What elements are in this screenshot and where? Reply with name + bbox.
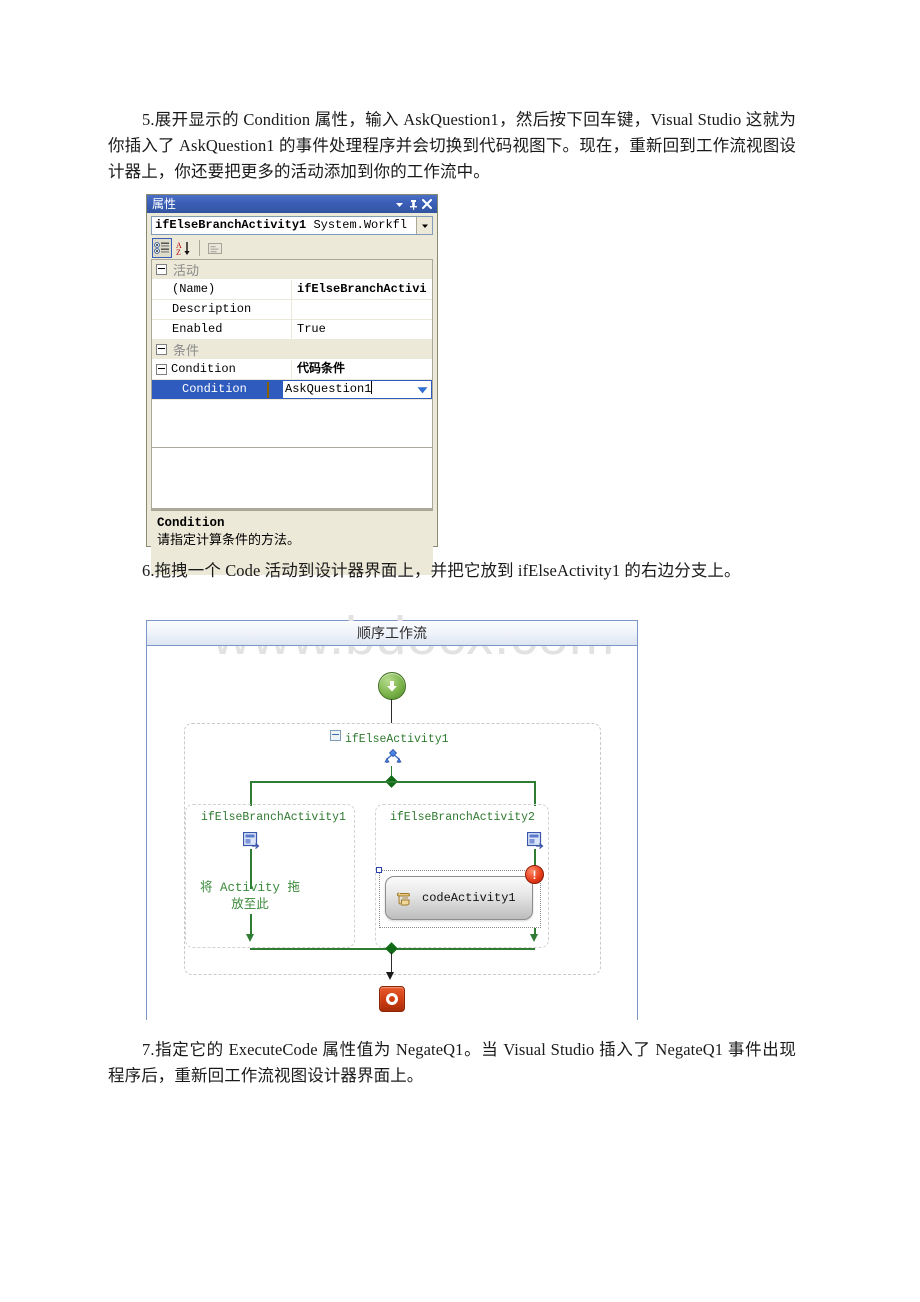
error-badge-glyph: !	[532, 867, 537, 882]
workflow-canvas[interactable]: ifElseActivity1 ifElseBranchActivity1 将 …	[147, 646, 637, 1020]
property-name: (Name)	[152, 280, 292, 299]
branch-container-1[interactable]	[185, 804, 355, 948]
object-selector-combobox[interactable]: ifElseBranchActivity1 System.Workfl	[151, 216, 433, 235]
end-node-ring	[386, 993, 398, 1005]
property-row-condition-sub-selected[interactable]: Condition AskQuestion1	[152, 380, 432, 400]
event-handler-icon	[267, 381, 269, 398]
connector-start-to-ifelse	[390, 699, 392, 723]
branch-label-1: ifElseBranchActivity1	[201, 811, 346, 824]
property-row-enabled[interactable]: Enabled True	[152, 320, 432, 340]
properties-window[interactable]: 属性 ifElseBranchActivity1 System.Workfl A…	[146, 194, 438, 575]
arrow-down-to-end	[386, 972, 395, 980]
properties-window-title: 属性	[152, 197, 177, 211]
property-name: Enabled	[152, 320, 292, 339]
close-icon[interactable]	[420, 197, 434, 211]
properties-toolbar: A Z	[151, 237, 433, 260]
object-selector-type: System.Workfl	[313, 218, 408, 232]
property-name: Description	[152, 300, 292, 319]
connector-left-stem-lower	[250, 914, 252, 936]
category-label: 活动	[173, 263, 200, 278]
toolbar-separator	[199, 240, 200, 256]
paragraph-step-7-text: 7.指定它的 ExecuteCode 属性值为 NegateQ1。当 Visua…	[108, 1040, 796, 1085]
error-badge-icon[interactable]: !	[525, 865, 544, 884]
window-menu-dropdown-icon[interactable]	[392, 197, 406, 211]
property-value[interactable]	[292, 300, 432, 319]
property-description-title: Condition	[157, 516, 225, 530]
arrow-down-right-branch	[529, 934, 538, 942]
document-page: 5.展开显示的 Condition 属性，输入 AskQuestion1，然后按…	[0, 0, 920, 1302]
property-row-name[interactable]: (Name) ifElseBranchActivi	[152, 280, 432, 300]
property-value[interactable]: ifElseBranchActivi	[292, 280, 432, 299]
paragraph-step-7: 7.指定它的 ExecuteCode 属性值为 NegateQ1。当 Visua…	[108, 1037, 796, 1089]
ifelse-branch-icon	[383, 748, 403, 771]
property-name-cell: Condition	[152, 360, 292, 379]
svg-text:Z: Z	[176, 248, 181, 256]
paragraph-step-5: 5.展开显示的 Condition 属性，输入 AskQuestion1，然后按…	[108, 107, 796, 185]
properties-titlebar: 属性	[147, 195, 437, 213]
property-description-text: 请指定计算条件的方法。	[157, 532, 301, 547]
paragraph-step-6-text: 6.拖拽一个 Code 活动到设计器界面上，并把它放到 ifElseActivi…	[142, 561, 741, 580]
paragraph-step-6: 6.拖拽一个 Code 活动到设计器界面上，并把它放到 ifElseActivi…	[108, 558, 796, 584]
object-selector-name: ifElseBranchActivity1	[155, 218, 307, 232]
category-label: 条件	[173, 343, 200, 358]
connector-right-branch-down	[534, 781, 536, 806]
property-category-condition[interactable]: 条件	[152, 340, 432, 360]
object-selector-text: ifElseBranchActivity1 System.Workfl	[152, 217, 416, 234]
property-name: Condition	[182, 382, 247, 396]
property-value-editor[interactable]: AskQuestion1	[267, 380, 432, 399]
property-name: Condition	[171, 362, 236, 376]
condition-input-value[interactable]: AskQuestion1	[283, 381, 414, 398]
object-selector-chevron-down-icon[interactable]	[416, 217, 432, 234]
branch-activity-icon	[526, 831, 544, 854]
property-value[interactable]: True	[292, 320, 432, 339]
collapse-icon[interactable]	[330, 730, 341, 741]
code-scroll-icon	[395, 889, 414, 908]
code-activity-label: codeActivity1	[422, 891, 516, 905]
property-pages-icon[interactable]	[205, 238, 225, 258]
text-caret	[371, 381, 373, 394]
start-node-icon[interactable]	[378, 672, 406, 700]
category-expander-icon[interactable]	[156, 264, 167, 275]
workflow-designer-header: 顺序工作流	[147, 621, 637, 646]
arrow-down-left-branch	[245, 934, 254, 942]
ifelse-activity-label: ifElseActivity1	[345, 733, 449, 746]
pin-icon[interactable]	[406, 197, 420, 211]
connector-left-branch-down	[250, 781, 252, 806]
end-node-icon[interactable]	[379, 986, 405, 1012]
property-row-description[interactable]: Description	[152, 300, 432, 320]
condition-input-text: AskQuestion1	[285, 382, 372, 396]
properties-grid-empty-area	[151, 448, 433, 509]
property-value[interactable]: 代码条件	[292, 360, 432, 379]
branch-activity-icon	[242, 831, 260, 854]
category-expander-icon[interactable]	[156, 344, 167, 355]
alphabetical-sort-icon[interactable]: A Z	[174, 238, 194, 258]
property-expander-icon[interactable]	[156, 364, 167, 375]
categorized-view-icon[interactable]	[152, 238, 172, 258]
workflow-title: 顺序工作流	[357, 627, 427, 642]
property-row-condition[interactable]: Condition 代码条件	[152, 360, 432, 380]
branch-drop-hint: 将 Activity 拖 放至此	[199, 881, 300, 912]
selection-handle[interactable]	[376, 867, 382, 873]
connector-split-horizontal	[250, 781, 535, 783]
property-category-activity[interactable]: 活动	[152, 260, 432, 280]
code-activity-node[interactable]: codeActivity1	[385, 876, 533, 920]
condition-chevron-down-icon[interactable]	[414, 381, 431, 398]
paragraph-step-5-text: 5.展开显示的 Condition 属性，输入 AskQuestion1，然后按…	[108, 110, 796, 181]
properties-grid[interactable]: 活动 (Name) ifElseBranchActivi Description…	[151, 260, 433, 448]
branch-label-2: ifElseBranchActivity2	[390, 811, 535, 824]
workflow-designer[interactable]: 顺序工作流 ifElseActivity1 ifElseBranchActivi…	[146, 620, 638, 1020]
ifelse-activity-label-group[interactable]: ifElseActivity1	[330, 730, 449, 746]
